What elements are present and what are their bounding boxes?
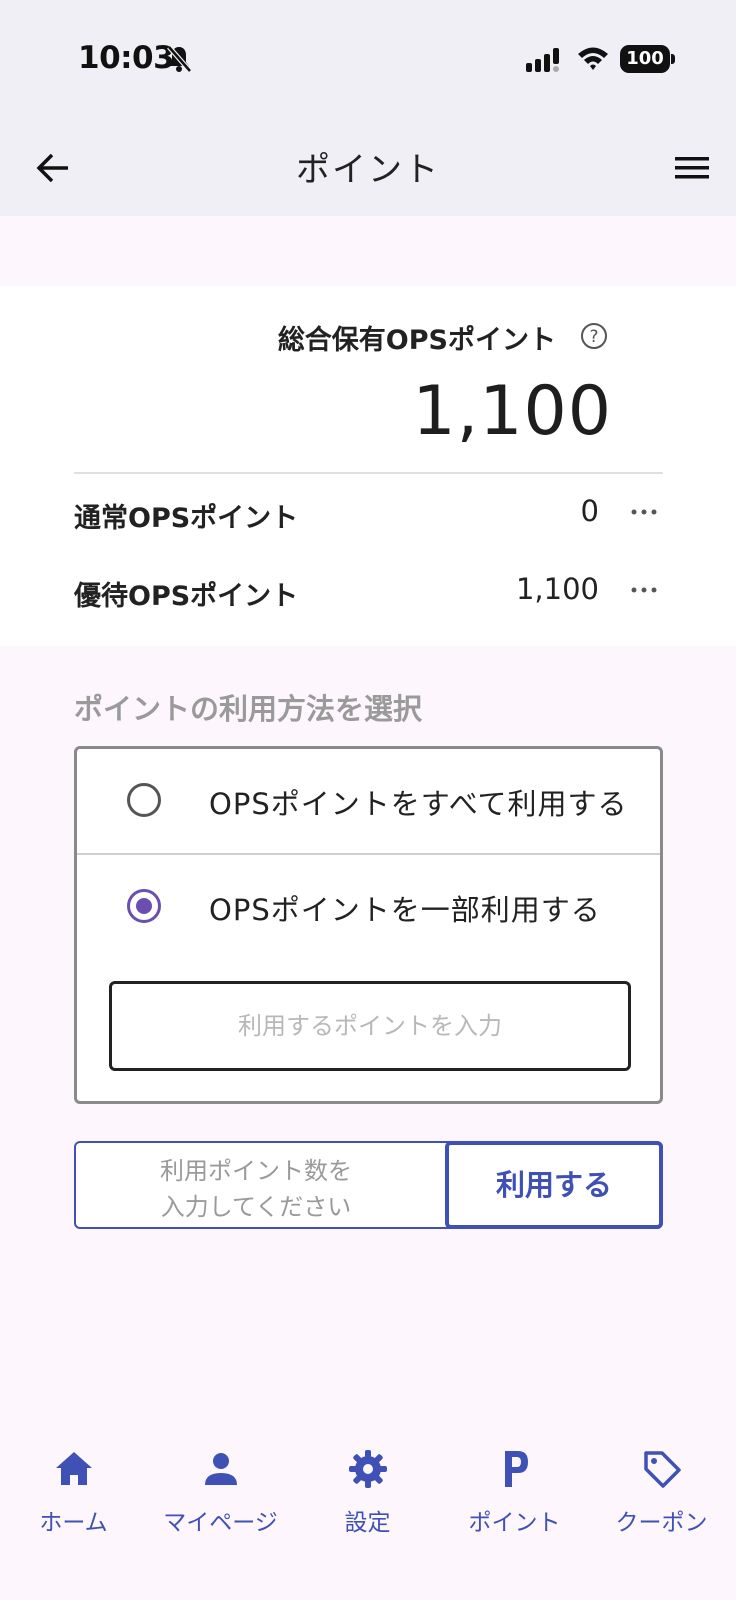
action-hint-text: 利用ポイント数を 入力してください (160, 1157, 352, 1221)
cellular-signal-icon (526, 48, 559, 72)
help-question-icon[interactable]: ? (580, 322, 608, 350)
option-use-all-label: OPSポイントをすべて利用する (209, 787, 628, 821)
usage-options-box: OPSポイントをすべて利用する OPSポイントを一部利用する (74, 746, 663, 1104)
divider (74, 472, 663, 474)
points-amount-input[interactable] (109, 981, 631, 1071)
radio-button-unselected[interactable] (127, 783, 161, 817)
usage-section-title: ポイントの利用方法を選択 (74, 692, 423, 726)
regular-points-row: 通常OPSポイント 0 (74, 494, 663, 534)
nav-label-settings: 設定 (344, 1510, 391, 1536)
nav-item-points[interactable]: ポイント (441, 1447, 588, 1547)
special-points-label: 優待OPSポイント (74, 581, 299, 612)
app-header: ポイント (0, 120, 736, 216)
nav-label-coupon: クーポン (615, 1510, 708, 1536)
svg-text:?: ? (589, 327, 598, 347)
status-time: 10:03 (78, 40, 175, 76)
nav-item-home[interactable]: ホーム (0, 1447, 147, 1547)
total-points-label: 総合保有OPSポイント (277, 325, 556, 356)
special-points-value: 1,100 (515, 572, 599, 606)
status-bar: 10:03 100 (0, 0, 736, 120)
wifi-icon (578, 47, 608, 70)
more-dots-icon[interactable] (629, 578, 659, 602)
person-icon (204, 1453, 237, 1485)
nav-item-coupon[interactable]: クーポン (588, 1447, 735, 1547)
radio-button-selected[interactable] (127, 889, 161, 923)
page-title: ポイント (296, 150, 440, 190)
bell-muted-icon (167, 45, 192, 73)
nav-label-points: ポイント (468, 1510, 561, 1536)
hamburger-menu-icon[interactable] (672, 148, 712, 188)
points-p-icon (504, 1451, 528, 1487)
more-dots-icon[interactable] (629, 500, 659, 524)
total-points-value: 1,100 (412, 372, 612, 451)
nav-label-home: ホーム (39, 1510, 108, 1536)
points-summary-card: 総合保有OPSポイント ? 1,100 通常OPSポイント 0 優待OPSポイン… (0, 286, 736, 646)
use-points-button[interactable]: 利用する (445, 1141, 663, 1229)
regular-points-value: 0 (580, 494, 599, 528)
regular-points-label: 通常OPSポイント (74, 503, 299, 534)
bottom-navigation: ホーム マイページ 設定 ポイント クーポン (0, 1425, 736, 1600)
nav-item-settings[interactable]: 設定 (294, 1447, 441, 1547)
home-icon (55, 1452, 92, 1485)
nav-label-mypage: マイページ (163, 1510, 278, 1536)
option-use-partial-label: OPSポイントを一部利用する (209, 893, 601, 927)
option-use-partial[interactable]: OPSポイントを一部利用する (77, 855, 660, 959)
nav-item-mypage[interactable]: マイページ (147, 1447, 294, 1547)
battery-indicator: 100 (620, 45, 675, 73)
option-use-all[interactable]: OPSポイントをすべて利用する (77, 749, 660, 853)
special-points-row: 優待OPSポイント 1,100 (74, 572, 663, 612)
gear-icon (348, 1450, 387, 1488)
tag-icon (643, 1451, 681, 1488)
action-bar: 利用ポイント数を 入力してください 利用する (74, 1141, 663, 1229)
